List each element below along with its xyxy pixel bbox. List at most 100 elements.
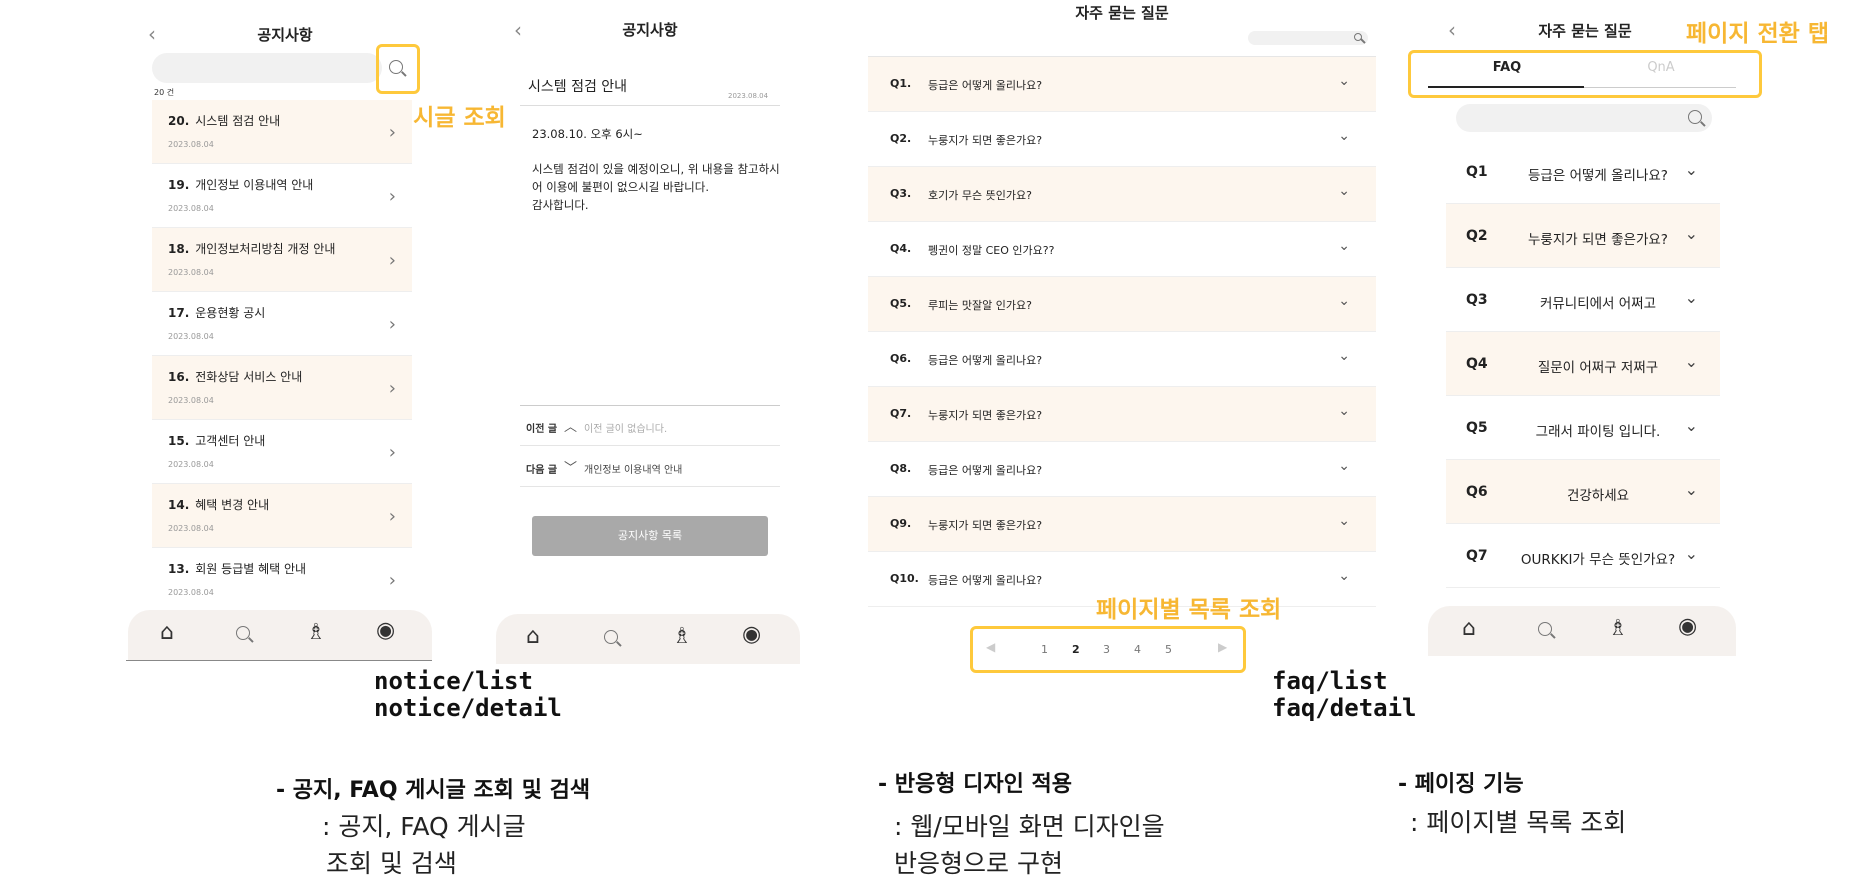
list-item[interactable]: 17. 운용현황 공시 2023.08.04 › — [152, 292, 412, 356]
next-label: 다음 글 — [526, 465, 558, 476]
list-item[interactable]: 13. 회원 등급별 혜택 안내 2023.08.04 › — [152, 548, 412, 612]
back-button[interactable]: ‹ — [1448, 20, 1456, 40]
faq-number: Q2 — [1466, 228, 1488, 244]
faq-question: 등급은 어떻게 올리나요? — [928, 79, 1043, 92]
faq-number: Q5 — [1466, 420, 1488, 436]
chevron-right-icon: › — [388, 314, 396, 335]
faq-item[interactable]: Q2. 누룽지가 되면 좋은가요? ⌄ — [868, 112, 1376, 167]
faq-question: 펭귄이 정말 CEO 인가요?? — [928, 244, 1055, 257]
community-icon[interactable]: ♗ — [1608, 616, 1628, 641]
profile-icon[interactable]: ◉ — [742, 622, 761, 647]
notice-title-text: 시스템 점검 안내 — [195, 114, 281, 128]
profile-icon[interactable]: ◉ — [376, 618, 395, 643]
chevron-down-icon: ⌄ — [1338, 458, 1350, 474]
bottom-tabbar: ⌂ ♗ ◉ — [128, 610, 432, 660]
faq-item[interactable]: Q8. 등급은 어떻게 올리나요? ⌄ — [868, 442, 1376, 497]
chevron-right-icon: › — [388, 506, 396, 527]
page-4-link[interactable]: 4 — [1134, 643, 1141, 656]
home-icon[interactable]: ⌂ — [526, 624, 540, 649]
faq-number: Q10. — [890, 572, 919, 585]
chevron-down-icon: ⌄ — [1684, 544, 1698, 563]
desc-title-responsive: - 반응형 디자인 적용 — [878, 772, 1073, 797]
list-item[interactable]: 18. 개인정보처리방침 개정 안내 2023.08.04 › — [152, 228, 412, 292]
search-icon[interactable] — [236, 626, 254, 644]
search-icon[interactable] — [388, 59, 408, 79]
tab-qna[interactable]: QnA — [1584, 60, 1738, 75]
notice-list-button[interactable]: 공지사항 목록 — [532, 516, 768, 556]
faq-question: 누룽지가 되면 좋은가요? — [928, 519, 1043, 532]
list-item[interactable]: 19. 개인정보 이용내역 안내 2023.08.04 › — [152, 164, 412, 228]
chevron-down-icon: ⌄ — [1684, 160, 1698, 179]
faq-item[interactable]: Q7. 누룽지가 되면 좋은가요? ⌄ — [868, 387, 1376, 442]
faq-question: 그래서 파이팅 입니다. — [1535, 424, 1661, 440]
faq-item[interactable]: Q3. 호기가 무슨 뜻인가요? ⌄ — [868, 167, 1376, 222]
faq-number: Q1 — [1466, 164, 1488, 180]
chevron-down-icon: ⌄ — [1338, 73, 1350, 89]
community-icon[interactable]: ♗ — [306, 620, 326, 645]
notice-number: 17. — [168, 306, 190, 320]
search-icon[interactable] — [1538, 622, 1556, 640]
search-input[interactable] — [1248, 31, 1368, 45]
next-page-icon[interactable]: ▶ — [1218, 640, 1227, 654]
page-title: 자주 묻는 질문 — [1075, 4, 1169, 22]
list-item[interactable]: 14. 혜택 변경 안내 2023.08.04 › — [152, 484, 412, 548]
notice-date: 2023.08.04 — [168, 460, 214, 469]
route-faq-detail: faq/detail — [1272, 694, 1417, 722]
search-icon[interactable] — [604, 630, 622, 648]
home-icon[interactable]: ⌂ — [160, 620, 174, 645]
list-item[interactable]: 20. 시스템 점검 안내 2023.08.04 › — [152, 100, 412, 164]
prev-page-icon[interactable]: ◀ — [986, 640, 995, 654]
faq-question: 누룽지가 되면 좋은가요? — [1528, 232, 1668, 248]
search-input[interactable] — [152, 53, 382, 83]
notice-number: 14. — [168, 498, 190, 512]
home-icon[interactable]: ⌂ — [1462, 616, 1476, 641]
prev-post-row[interactable]: 이전 글 ︿ 이전 글이 없습니다. — [520, 406, 780, 446]
chevron-down-icon: ⌄ — [1684, 352, 1698, 371]
faq-item[interactable]: Q1. 등급은 어떻게 올리나요? ⌄ — [868, 57, 1376, 112]
search-icon[interactable] — [1354, 33, 1364, 43]
faq-item[interactable]: Q9. 누룽지가 되면 좋은가요? ⌄ — [868, 497, 1376, 552]
search-icon[interactable] — [1688, 110, 1704, 126]
faq-number: Q7 — [1466, 548, 1488, 564]
faq-item[interactable]: Q4 질문이 어쩌구 저쩌구 ⌄ — [1446, 332, 1720, 396]
desc-text-search-1: : 공지, FAQ 게시글 — [322, 812, 526, 841]
chevron-down-icon: ⌄ — [1338, 348, 1350, 364]
tab-faq[interactable]: FAQ — [1430, 60, 1584, 75]
faq-question: 등급은 어떻게 올리나요? — [1528, 168, 1668, 184]
faq-item[interactable]: Q6. 등급은 어떻게 올리나요? ⌄ — [868, 332, 1376, 387]
prev-label: 이전 글 — [526, 424, 558, 435]
list-item[interactable]: 16. 전화상담 서비스 안내 2023.08.04 › — [152, 356, 412, 420]
page-2-link[interactable]: 2 — [1072, 643, 1080, 656]
faq-item[interactable]: Q4. 펭귄이 정말 CEO 인가요?? ⌄ — [868, 222, 1376, 277]
page-1-link[interactable]: 1 — [1041, 643, 1048, 656]
faq-item[interactable]: Q1 등급은 어떻게 올리나요? ⌄ — [1446, 140, 1720, 204]
faq-item[interactable]: Q6 건강하세요 ⌄ — [1446, 460, 1720, 524]
post-count: 20 건 — [154, 88, 175, 97]
tab-annotation: 페이지 전환 탭 — [1686, 21, 1829, 47]
notice-title: 13. 회원 등급별 혜택 안내 — [168, 560, 306, 577]
page-5-link[interactable]: 5 — [1165, 643, 1172, 656]
profile-icon[interactable]: ◉ — [1678, 614, 1697, 639]
faq-item[interactable]: Q5 그래서 파이팅 입니다. ⌄ — [1446, 396, 1720, 460]
chevron-down-icon: ⌄ — [1338, 513, 1350, 529]
faq-question: 등급은 어떻게 올리나요? — [928, 354, 1043, 367]
article-body: 시스템 점검이 있을 예정이오니, 위 내용을 참고하시 어 이용에 불편이 없… — [532, 162, 780, 212]
list-item[interactable]: 15. 고객센터 안내 2023.08.04 › — [152, 420, 412, 484]
desc-text-responsive-2: 반응형으로 구현 — [894, 849, 1063, 878]
next-post-row[interactable]: 다음 글 ﹀ 개인정보 이용내역 안내 — [520, 447, 780, 487]
back-button[interactable]: ‹ — [514, 20, 522, 40]
page-3-link[interactable]: 3 — [1103, 643, 1110, 656]
pagination-annotation: 페이지별 목록 조회 — [1096, 597, 1282, 623]
faq-number: Q6. — [890, 352, 912, 365]
faq-item[interactable]: Q7 OURKKI가 무슨 뜻인가요? ⌄ — [1446, 524, 1720, 588]
faq-item[interactable]: Q3 커뮤니티에서 어쩌고 ⌄ — [1446, 268, 1720, 332]
faq-item[interactable]: Q2 누룽지가 되면 좋은가요? ⌄ — [1446, 204, 1720, 268]
article-body-line1: 23.08.10. 오후 6시~ — [532, 127, 643, 141]
divider — [520, 105, 780, 106]
faq-item[interactable]: Q5. 루피는 맛잘알 인가요? ⌄ — [868, 277, 1376, 332]
article-title: 시스템 점검 안내 — [528, 79, 628, 95]
community-icon[interactable]: ♗ — [672, 624, 692, 649]
route-notice-list: notice/list — [374, 667, 533, 695]
back-button[interactable]: ‹ — [148, 24, 156, 44]
search-input[interactable] — [1456, 104, 1712, 132]
